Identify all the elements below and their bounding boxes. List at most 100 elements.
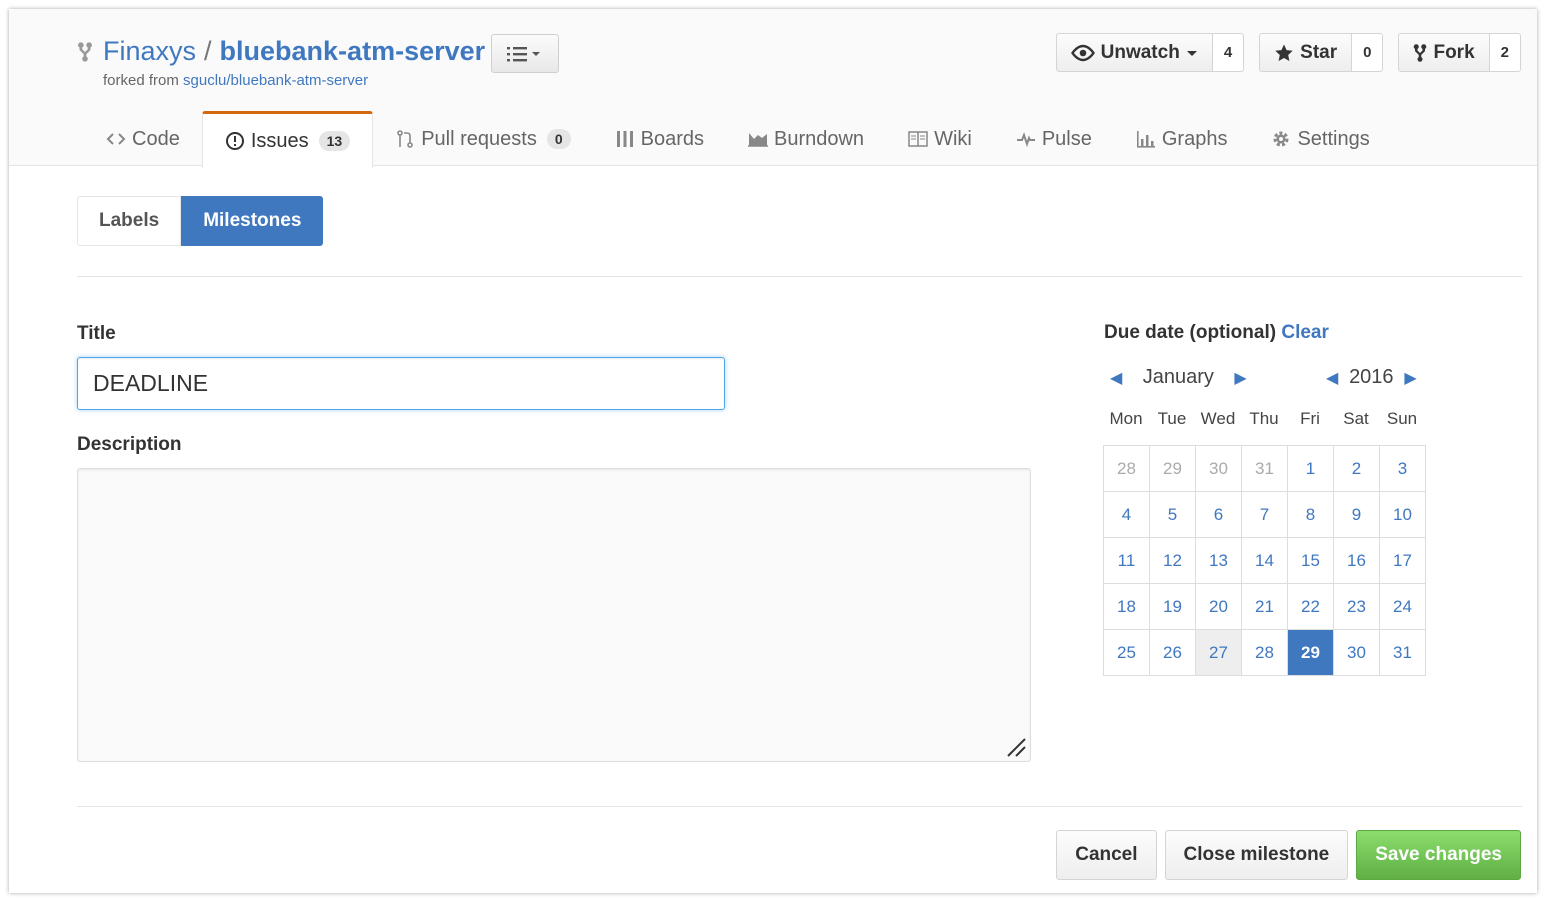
weekday-label: Sat: [1343, 409, 1369, 428]
tab-issues-label: Issues: [250, 129, 309, 152]
calendar-day[interactable]: 25: [1104, 630, 1150, 676]
save-changes-button[interactable]: Save changes: [1356, 830, 1521, 880]
repo-name-link[interactable]: bluebank-atm-server: [220, 36, 486, 67]
gear-icon: [1273, 131, 1289, 147]
calendar-day[interactable]: 7: [1242, 492, 1288, 538]
calendar-day[interactable]: 19: [1150, 584, 1196, 630]
tab-boards[interactable]: Boards: [593, 111, 726, 167]
due-date-label-row: Due date (optional) Clear: [1104, 322, 1329, 344]
list-icon: [507, 46, 540, 61]
close-milestone-button[interactable]: Close milestone: [1164, 830, 1349, 880]
burndown-icon: [748, 133, 768, 147]
repo-header: Finaxys / bluebank-atm-server forked fro…: [9, 9, 1537, 168]
calendar-day[interactable]: 27: [1196, 630, 1242, 676]
tab-wiki-label: Wiki: [934, 127, 972, 150]
calendar-day[interactable]: 24: [1380, 584, 1426, 630]
calendar-day[interactable]: 28: [1104, 446, 1150, 492]
calendar-day[interactable]: 2: [1334, 446, 1380, 492]
calendar-day[interactable]: 3: [1380, 446, 1426, 492]
month-label: January: [1142, 366, 1214, 388]
tab-code[interactable]: Code: [84, 111, 202, 167]
watchers-count[interactable]: 4: [1212, 33, 1245, 72]
calendar-day[interactable]: 14: [1242, 538, 1288, 584]
calendar-day[interactable]: 29: [1150, 446, 1196, 492]
calendar-week: 18 19 20 21 22 23 24: [1104, 584, 1426, 630]
calendar-day[interactable]: 13: [1196, 538, 1242, 584]
prev-month-icon[interactable]: ◀: [1110, 368, 1122, 388]
form-actions: Cancel Close milestone Save changes: [1056, 830, 1521, 880]
calendar-day[interactable]: 15: [1288, 538, 1334, 584]
calendar-day[interactable]: 28: [1242, 630, 1288, 676]
milestone-description-input[interactable]: [77, 468, 1031, 762]
tab-wiki[interactable]: Wiki: [886, 111, 994, 167]
due-date-label: Due date (optional): [1104, 322, 1277, 343]
wiki-icon: [908, 131, 928, 147]
labels-link[interactable]: Labels: [77, 196, 182, 246]
tab-settings[interactable]: Settings: [1249, 111, 1391, 167]
boards-icon: [616, 131, 633, 147]
calendar-week: 11 12 13 14 15 16 17: [1104, 538, 1426, 584]
calendar-day[interactable]: 18: [1104, 584, 1150, 630]
repo-owner-link[interactable]: Finaxys: [103, 36, 196, 67]
weekday-label: Sun: [1386, 409, 1418, 428]
divider-top: [77, 276, 1522, 277]
tab-burndown[interactable]: Burndown: [726, 111, 886, 167]
fork-button[interactable]: Fork: [1398, 33, 1490, 72]
calendar-day[interactable]: 1: [1288, 446, 1334, 492]
repo-menu-button[interactable]: [491, 34, 559, 73]
milestones-link[interactable]: Milestones: [181, 196, 324, 246]
tab-issues[interactable]: Issues 13: [201, 111, 374, 168]
calendar-day[interactable]: 9: [1334, 492, 1380, 538]
unwatch-label: Unwatch: [1100, 41, 1180, 63]
calendar-day[interactable]: 29: [1288, 630, 1334, 676]
calendar-day[interactable]: 12: [1150, 538, 1196, 584]
star-label: Star: [1300, 41, 1338, 63]
calendar-day[interactable]: 30: [1196, 446, 1242, 492]
milestone-title-input[interactable]: [77, 357, 725, 410]
repo-nav: Code Issues 13 Pull requests 0 Boards Bu…: [84, 111, 1392, 168]
calendar-day[interactable]: 16: [1334, 538, 1380, 584]
calendar-day[interactable]: 6: [1196, 492, 1242, 538]
resize-grip-icon[interactable]: [1004, 735, 1026, 757]
calendar-day[interactable]: 10: [1380, 492, 1426, 538]
month-nav: ◀ January ▶: [1110, 366, 1247, 389]
forked-source-link[interactable]: sguclu/bluebank-atm-server: [183, 72, 368, 89]
unwatch-button[interactable]: Unwatch: [1055, 33, 1213, 72]
calendar-day[interactable]: 20: [1196, 584, 1242, 630]
fork-group: Fork 2: [1398, 33, 1521, 72]
calendar-week: 28 29 30 31 1 2 3: [1104, 446, 1426, 492]
calendar-day[interactable]: 22: [1288, 584, 1334, 630]
tab-burndown-label: Burndown: [774, 127, 865, 150]
calendar-day[interactable]: 21: [1242, 584, 1288, 630]
stars-count[interactable]: 0: [1352, 33, 1384, 72]
tab-graphs[interactable]: Graphs: [1114, 111, 1250, 167]
cancel-button[interactable]: Cancel: [1056, 830, 1157, 880]
forks-count[interactable]: 2: [1489, 33, 1521, 72]
star-button[interactable]: Star: [1259, 33, 1353, 72]
watch-group: Unwatch 4: [1055, 33, 1245, 72]
calendar-day[interactable]: 4: [1104, 492, 1150, 538]
next-month-icon[interactable]: ▶: [1234, 368, 1246, 388]
pagehead-actions: Unwatch 4 Star 0 Fork 2: [1055, 33, 1521, 72]
divider-bottom: [77, 806, 1522, 807]
clear-due-date-link[interactable]: Clear: [1281, 322, 1329, 343]
calendar-day[interactable]: 11: [1104, 538, 1150, 584]
calendar-day[interactable]: 31: [1380, 630, 1426, 676]
calendar-day[interactable]: 31: [1242, 446, 1288, 492]
weekday-header: Mon Tue Wed Thu Fri Sat Sun: [1103, 409, 1425, 429]
tab-code-label: Code: [132, 127, 180, 150]
calendar-day[interactable]: 23: [1334, 584, 1380, 630]
pull-requests-counter: 0: [546, 129, 571, 149]
calendar-day[interactable]: 5: [1150, 492, 1196, 538]
tab-pulse[interactable]: Pulse: [994, 111, 1114, 167]
next-year-icon[interactable]: ▶: [1404, 368, 1416, 388]
graphs-icon: [1136, 131, 1155, 148]
prev-year-icon[interactable]: ◀: [1326, 368, 1338, 388]
calendar-day[interactable]: 8: [1288, 492, 1334, 538]
tab-pull-requests[interactable]: Pull requests 0: [373, 111, 592, 167]
calendar-day[interactable]: 30: [1334, 630, 1380, 676]
labels-milestones-switch: Labels Milestones: [77, 196, 324, 246]
repo-separator: /: [204, 36, 212, 66]
calendar-day[interactable]: 26: [1150, 630, 1196, 676]
calendar-day[interactable]: 17: [1380, 538, 1426, 584]
